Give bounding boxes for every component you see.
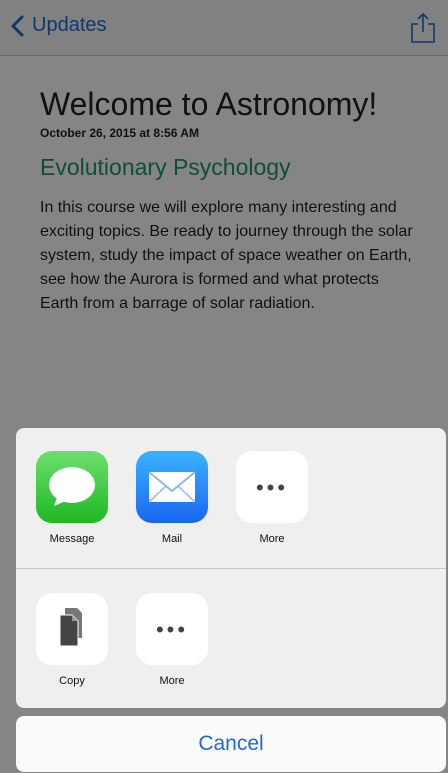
share-message[interactable]: Message	[32, 451, 112, 545]
more-icon: •••	[236, 451, 308, 523]
share-apps-row: Message Mail ••• More	[16, 428, 446, 568]
share-mail[interactable]: Mail	[132, 451, 212, 545]
share-more-apps-label: More	[259, 533, 285, 545]
share-mail-label: Mail	[161, 533, 183, 545]
action-copy-label: Copy	[59, 675, 85, 687]
share-sheet: Message Mail ••• More Copy ••• More	[16, 428, 446, 708]
more-icon: •••	[136, 593, 208, 665]
message-icon	[36, 451, 108, 523]
share-actions-row: Copy ••• More	[16, 568, 446, 708]
share-more-apps[interactable]: ••• More	[232, 451, 312, 545]
mail-icon	[136, 451, 208, 523]
cancel-button[interactable]: Cancel	[16, 716, 446, 772]
copy-icon	[36, 593, 108, 665]
action-copy[interactable]: Copy	[32, 593, 112, 687]
action-more[interactable]: ••• More	[132, 593, 212, 687]
share-message-label: Message	[49, 533, 95, 545]
action-more-label: More	[159, 675, 185, 687]
